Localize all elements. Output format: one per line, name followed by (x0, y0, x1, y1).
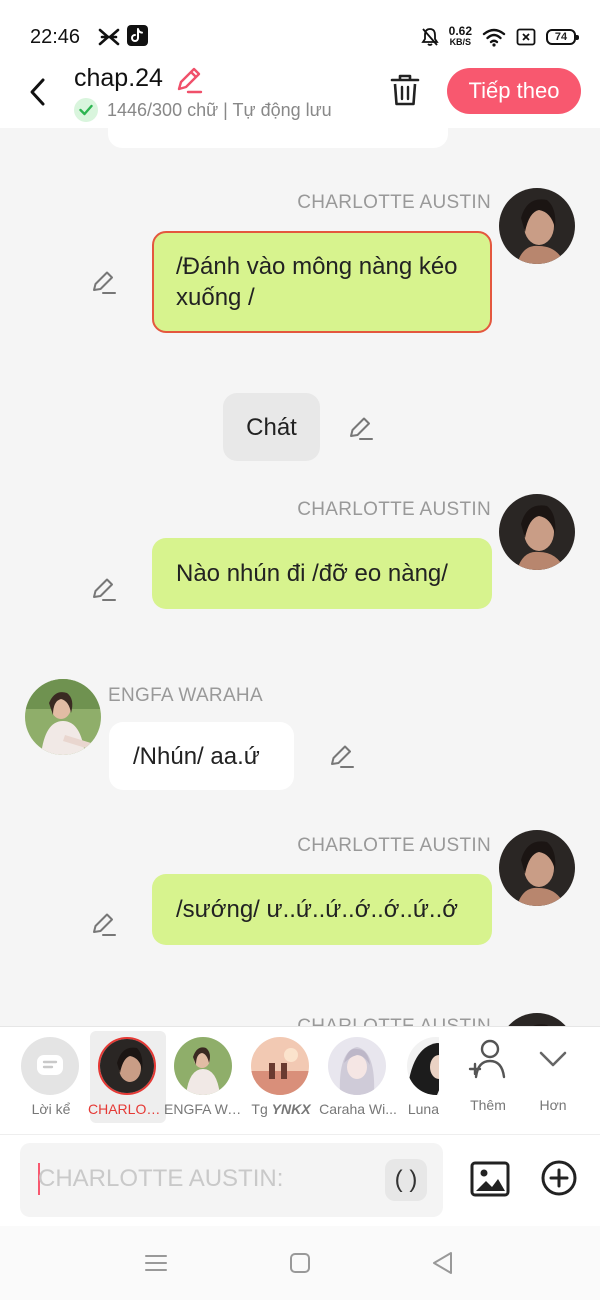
next-button[interactable]: Tiếp theo (447, 68, 581, 114)
charlotte-avatar (499, 494, 575, 570)
character-avatar (328, 1037, 386, 1095)
character-avatar (251, 1037, 309, 1095)
character-engfa[interactable]: ENGFA WARAHA (164, 1031, 244, 1123)
speaker-name: CHARLOTTE AUSTIN (297, 192, 491, 213)
add-character-label: Thêm (470, 1097, 506, 1113)
meta-separator: | (223, 100, 228, 120)
speaker-name: CHARLOTTE AUSTIN (297, 835, 491, 856)
sound-bubble[interactable]: Chát (223, 393, 320, 461)
status-time: 22:46 (30, 26, 81, 48)
system-navigation-bar (0, 1226, 600, 1300)
character-name: CHARLOTTE AUSTIN (88, 1101, 168, 1117)
message-composer: CHARLOTTE AUSTIN: ( ) (0, 1134, 600, 1226)
word-count: 1446/300 chữ (107, 100, 219, 120)
message-bubble[interactable]: /Nhún/ aa.ứ (109, 722, 294, 790)
input-placeholder: CHARLOTTE AUSTIN: (38, 1165, 284, 1192)
capcut-icon (98, 28, 120, 46)
tiktok-icon (127, 25, 148, 46)
message-bubble[interactable]: Nào nhún đi /đỡ eo nàng/ (152, 538, 492, 609)
character-selector: Lời kể CHARLOTTE AUSTIN ENGFA WARAHA Tg … (0, 1026, 600, 1134)
home-icon[interactable] (287, 1250, 313, 1276)
character-name: ENGFA WARAHA (164, 1101, 244, 1117)
narrator-icon (21, 1037, 79, 1095)
character-charlotte[interactable]: CHARLOTTE AUSTIN (88, 1031, 168, 1123)
speaker-name: CHARLOTTE AUSTIN (297, 1016, 491, 1026)
add-character-button[interactable]: Thêm (458, 1035, 518, 1123)
speaker-name: CHARLOTTE AUSTIN (297, 499, 491, 520)
character-name: Lời kể (31, 1101, 71, 1117)
battery-icon: 74 (546, 29, 579, 45)
charlotte-avatar (499, 188, 575, 264)
character-caraha[interactable]: Caraha Wi... (319, 1031, 397, 1123)
character-narrator[interactable]: Lời kể (13, 1031, 89, 1123)
character-name: Caraha Wi... (319, 1101, 397, 1117)
expand-label: Hơn (539, 1097, 567, 1113)
message-bubble[interactable]: /sướng/ ư..ứ..ứ..ớ..ớ..ứ..ớ (152, 874, 492, 945)
saved-check-icon (74, 98, 98, 122)
edit-message-pencil-icon[interactable] (328, 742, 356, 770)
charlotte-avatar (499, 1013, 575, 1026)
character-luna[interactable]: Luna (397, 1031, 439, 1123)
sim-icon (516, 28, 536, 46)
chevron-left-icon (30, 78, 45, 106)
expand-characters-button[interactable]: Hơn (523, 1035, 583, 1123)
character-name: Tg YNKX (251, 1101, 311, 1117)
trash-icon[interactable] (386, 70, 424, 110)
edit-message-pencil-icon[interactable] (90, 575, 118, 603)
wifi-icon (482, 28, 506, 47)
editor-header: chap.24 1446/300 chữ | Tự động lưu Tiếp … (0, 62, 600, 128)
autosave-label: Tự động lưu (232, 100, 332, 120)
network-speed: 0.62 KB/S (448, 24, 472, 47)
edit-message-pencil-icon[interactable] (90, 910, 118, 938)
recent-apps-icon[interactable] (143, 1250, 169, 1276)
image-icon[interactable] (470, 1159, 510, 1199)
character-name: Luna (407, 1101, 439, 1117)
edit-message-pencil-icon[interactable] (347, 414, 375, 442)
character-avatar (174, 1037, 232, 1095)
engfa-avatar (25, 679, 101, 755)
back-button[interactable] (20, 72, 56, 112)
add-person-icon (468, 1039, 506, 1079)
status-bar: 22:46 0.62 KB/S 74 (0, 0, 600, 62)
back-nav-icon[interactable] (430, 1250, 456, 1276)
previous-message-bubble[interactable] (108, 128, 448, 148)
edit-message-pencil-icon[interactable] (90, 268, 118, 296)
speaker-name: ENGFA WARAHA (108, 685, 263, 706)
character-avatar (98, 1037, 156, 1095)
chat-area[interactable]: CHARLOTTE AUSTIN /Đánh vào mông nàng kéo… (0, 128, 600, 1026)
parentheses-button[interactable]: ( ) (385, 1159, 427, 1201)
message-input[interactable]: CHARLOTTE AUSTIN: ( ) (20, 1143, 443, 1217)
add-circle-icon[interactable] (540, 1159, 578, 1197)
edit-title-pencil-icon[interactable] (174, 64, 204, 94)
charlotte-avatar (499, 830, 575, 906)
word-count-status: 1446/300 chữ | Tự động lưu (107, 100, 332, 121)
chapter-title[interactable]: chap.24 (74, 64, 163, 93)
message-bubble-selected[interactable]: /Đánh vào mông nàng kéo xuống / (152, 231, 492, 333)
character-avatar (407, 1037, 439, 1095)
mute-bell-icon (420, 28, 439, 46)
chevron-down-icon (539, 1051, 567, 1067)
character-tg-ynkx[interactable]: Tg YNKX (243, 1031, 319, 1123)
